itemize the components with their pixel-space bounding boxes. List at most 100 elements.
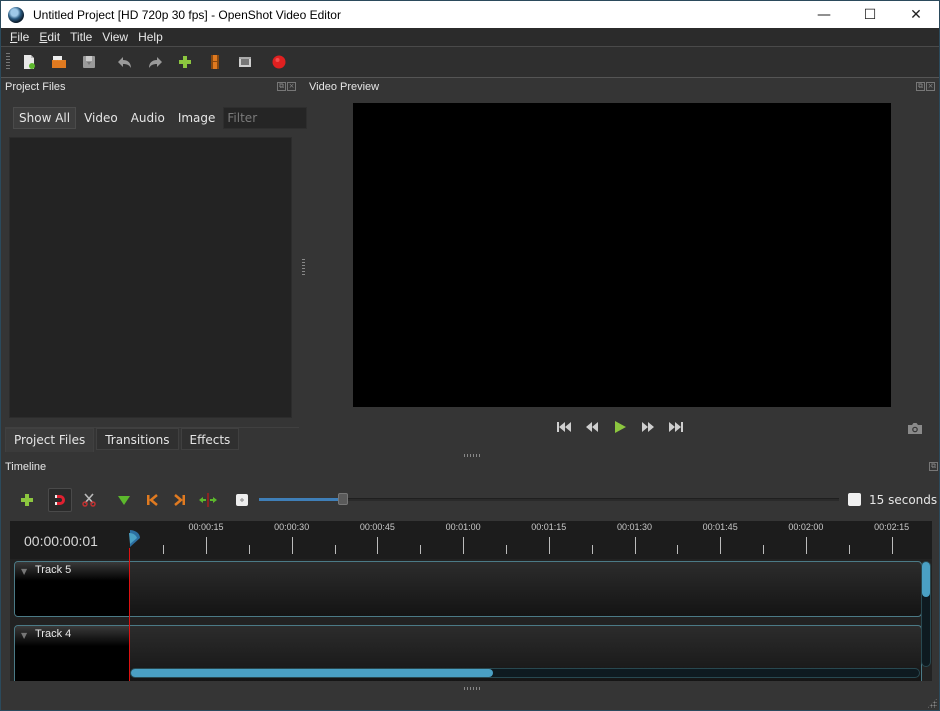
timeline-dock-title: Timeline: [5, 461, 47, 473]
tab-project-files[interactable]: Project Files: [5, 428, 95, 452]
float-dock-icon[interactable]: ⧉: [929, 462, 938, 471]
zoom-slider[interactable]: [259, 493, 839, 505]
title-bar: Untitled Project [HD 720p 30 fps] - Open…: [1, 1, 939, 28]
menu-file[interactable]: File: [5, 30, 34, 44]
center-playhead-icon: [199, 493, 217, 507]
project-files-filter-bar: Show All Video Audio Image: [13, 107, 308, 129]
jump-start-button[interactable]: [556, 419, 572, 435]
fullscreen-button[interactable]: [234, 51, 256, 73]
close-button[interactable]: ✕: [893, 1, 939, 28]
ruler-tick-label: 00:00:45: [359, 522, 395, 532]
window-title: Untitled Project [HD 720p 30 fps] - Open…: [33, 7, 341, 22]
timeline-ruler[interactable]: 00:00:00:01 00:00:15 00:00:30 00:00:45 00:0…: [10, 521, 932, 559]
filter-image[interactable]: Image: [173, 107, 221, 129]
player-controls: [556, 419, 684, 435]
previous-marker-button[interactable]: [140, 488, 164, 512]
next-marker-icon: [174, 494, 185, 506]
ruler-tick-label: 00:01:15: [531, 522, 567, 532]
close-dock-icon[interactable]: ×: [287, 82, 296, 91]
timeline-horizontal-scrollbar[interactable]: [130, 668, 920, 678]
open-project-button[interactable]: [48, 51, 70, 73]
ruler-major-tick: [463, 537, 465, 554]
zoom-slider-handle[interactable]: [338, 493, 349, 505]
track-name: Track 5: [35, 564, 72, 576]
filter-video[interactable]: Video: [79, 107, 123, 129]
save-project-button[interactable]: [78, 51, 100, 73]
maximize-button[interactable]: ☐: [847, 1, 893, 28]
track-header[interactable]: ▼ Track 5: [15, 562, 130, 616]
new-project-button[interactable]: [18, 51, 40, 73]
ruler-major-tick: [377, 537, 379, 554]
float-dock-icon[interactable]: ⧉: [277, 82, 286, 91]
snapping-toggle[interactable]: [48, 488, 72, 512]
filter-audio[interactable]: Audio: [126, 107, 170, 129]
rewind-button[interactable]: [584, 419, 600, 435]
tab-transitions[interactable]: Transitions: [96, 428, 179, 450]
collapse-arrow-icon[interactable]: ▼: [21, 631, 27, 640]
track-5[interactable]: ▼ Track 5: [14, 561, 922, 617]
ruler-tick-label: 00:02:00: [788, 522, 824, 532]
fullscreen-icon: [239, 57, 251, 67]
vertical-scrollbar-thumb[interactable]: [922, 562, 930, 598]
jump-end-icon: [669, 422, 683, 432]
previous-marker-icon: [147, 494, 158, 506]
track-header[interactable]: ▼ Track 4: [15, 626, 130, 681]
main-toolbar: [1, 47, 939, 77]
ruler-tick-label: 00:00:15: [188, 522, 224, 532]
play-icon: [615, 421, 626, 433]
ruler-minor-tick: [591, 545, 593, 554]
play-button[interactable]: [612, 419, 628, 435]
menu-view[interactable]: View: [97, 30, 133, 44]
menu-title-label: Title: [70, 30, 93, 44]
tab-effects[interactable]: Effects: [180, 428, 240, 450]
menu-edit[interactable]: Edit: [34, 30, 65, 44]
horizontal-scrollbar-thumb[interactable]: [131, 669, 494, 677]
add-track-button[interactable]: [15, 488, 39, 512]
video-preview-canvas[interactable]: [353, 103, 891, 407]
window-resize-grip[interactable]: [927, 698, 937, 708]
toolbar-grip[interactable]: [6, 53, 10, 71]
filter-show-all[interactable]: Show All: [13, 107, 77, 129]
filter-input[interactable]: [223, 107, 308, 129]
import-files-button[interactable]: [174, 51, 196, 73]
choose-profile-button[interactable]: [204, 51, 226, 73]
ruler-tick-label: 00:02:15: [874, 522, 910, 532]
export-video-button[interactable]: [268, 51, 290, 73]
center-timeline-button[interactable]: [196, 488, 220, 512]
undo-icon: [118, 57, 131, 68]
float-dock-icon[interactable]: ⧉: [916, 82, 925, 91]
ruler-minor-tick: [505, 545, 507, 554]
open-folder-icon: [52, 56, 66, 68]
ruler-major-tick: [291, 537, 293, 554]
horizontal-splitter-handle[interactable]: [464, 454, 480, 457]
playhead-line[interactable]: [129, 548, 130, 681]
close-dock-icon[interactable]: ×: [926, 82, 935, 91]
jump-end-button[interactable]: [668, 419, 684, 435]
project-files-list[interactable]: [9, 137, 292, 418]
playhead-handle[interactable]: [129, 530, 141, 548]
add-marker-button[interactable]: [112, 488, 136, 512]
fast-forward-button[interactable]: [640, 419, 656, 435]
vertical-splitter-handle[interactable]: [302, 259, 305, 275]
zoom-scale-label: 15 seconds: [869, 493, 938, 507]
minimize-button[interactable]: —: [801, 1, 847, 28]
next-marker-button[interactable]: [168, 488, 192, 512]
menu-help[interactable]: Help: [133, 30, 168, 44]
menu-bar: File Edit Title View Help: [1, 28, 939, 46]
timeline-vertical-scrollbar[interactable]: [921, 561, 931, 667]
redo-button[interactable]: [144, 51, 166, 73]
undo-button[interactable]: [114, 51, 136, 73]
redo-icon: [149, 57, 162, 68]
ruler-tick-label: 00:00:30: [274, 522, 310, 532]
collapse-arrow-icon[interactable]: ▼: [21, 567, 27, 576]
ruler-major-tick: [206, 537, 207, 554]
razor-tool-button[interactable]: [77, 488, 101, 512]
plus-icon: [21, 494, 33, 506]
save-icon: [83, 56, 95, 68]
menu-title[interactable]: Title: [65, 30, 97, 44]
ruler-major-tick: [548, 537, 550, 554]
timeline-bottom-splitter-handle[interactable]: [464, 687, 480, 690]
zoom-in-button[interactable]: [230, 488, 254, 512]
capture-frame-button[interactable]: [907, 421, 923, 435]
timeline-area[interactable]: 00:00:00:01 00:00:15 00:00:30 00:00:45 00:0…: [10, 521, 932, 681]
